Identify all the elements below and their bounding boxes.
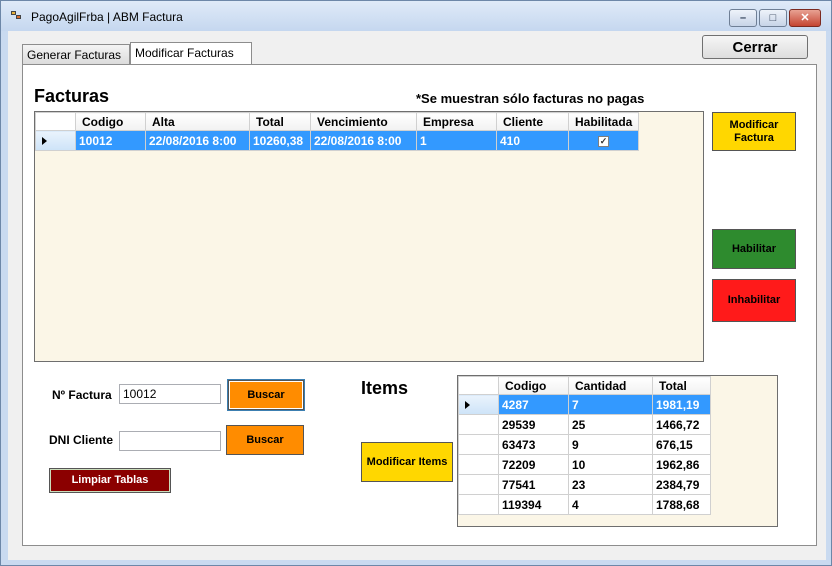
buscar-dni-button[interactable]: Buscar: [226, 425, 304, 455]
maximize-button[interactable]: □: [759, 9, 787, 27]
cell-codigo[interactable]: 119394: [498, 494, 569, 515]
row-header-corner: [35, 112, 76, 131]
cell-cantidad[interactable]: 23: [568, 474, 653, 495]
inhabilitar-button[interactable]: Inhabilitar: [712, 279, 796, 322]
cell-total[interactable]: 1788,68: [652, 494, 711, 515]
tab-generar-facturas[interactable]: Generar Facturas: [22, 44, 130, 64]
row-header[interactable]: [458, 394, 499, 415]
col-codigo[interactable]: Codigo: [75, 112, 146, 131]
cell-codigo[interactable]: 29539: [498, 414, 569, 435]
cell-cliente[interactable]: 410: [496, 130, 569, 151]
window-title: PagoAgilFrba | ABM Factura: [31, 10, 183, 24]
table-row[interactable]: 4287 7 1981,19: [458, 394, 711, 415]
nro-factura-input[interactable]: [119, 384, 221, 404]
row-header[interactable]: [458, 494, 499, 515]
facturas-table: Codigo Alta Total Vencimiento Empresa Cl…: [35, 112, 639, 151]
cell-total[interactable]: 2384,79: [652, 474, 711, 495]
cell-codigo[interactable]: 72209: [498, 454, 569, 475]
cell-alta[interactable]: 22/08/2016 8:00: [145, 130, 250, 151]
maximize-icon: □: [769, 12, 777, 24]
cell-total[interactable]: 1962,86: [652, 454, 711, 475]
col-codigo[interactable]: Codigo: [498, 376, 569, 395]
col-total[interactable]: Total: [249, 112, 311, 131]
cell-empresa[interactable]: 1: [416, 130, 497, 151]
dni-cliente-input[interactable]: [119, 431, 221, 451]
facturas-header-row: Codigo Alta Total Vencimiento Empresa Cl…: [35, 112, 639, 131]
cell-cantidad[interactable]: 7: [568, 394, 653, 415]
buscar-factura-button[interactable]: Buscar: [228, 380, 304, 410]
cell-total[interactable]: 1981,19: [652, 394, 711, 415]
col-habilitada[interactable]: Habilitada: [568, 112, 639, 131]
cell-codigo[interactable]: 10012: [75, 130, 146, 151]
current-row-icon: [465, 401, 470, 410]
col-cliente[interactable]: Cliente: [496, 112, 569, 131]
minimize-button[interactable]: –: [729, 9, 757, 27]
table-row[interactable]: 29539 25 1466,72: [458, 414, 711, 435]
table-row[interactable]: 77541 23 2384,79: [458, 474, 711, 495]
cell-cantidad[interactable]: 25: [568, 414, 653, 435]
app-icon: [11, 11, 23, 21]
limpiar-tablas-button[interactable]: Limpiar Tablas: [49, 468, 171, 493]
cell-codigo[interactable]: 63473: [498, 434, 569, 455]
row-header-corner: [458, 376, 499, 395]
cell-total[interactable]: 676,15: [652, 434, 711, 455]
client-area: Generar Facturas Modificar Facturas Cerr…: [8, 31, 826, 560]
cell-habilitada[interactable]: ✓: [568, 130, 639, 151]
cell-cantidad[interactable]: 9: [568, 434, 653, 455]
table-row[interactable]: 72209 10 1962,86: [458, 454, 711, 475]
table-row[interactable]: 10012 22/08/2016 8:00 10260,38 22/08/201…: [35, 130, 639, 151]
cerrar-button[interactable]: Cerrar: [702, 35, 808, 59]
col-vencimiento[interactable]: Vencimiento: [310, 112, 417, 131]
facturas-note: *Se muestran sólo facturas no pagas: [416, 91, 645, 106]
facturas-heading: Facturas: [34, 86, 110, 106]
items-header-row: Codigo Cantidad Total: [458, 376, 711, 395]
cell-cantidad[interactable]: 10: [568, 454, 653, 475]
row-header[interactable]: [458, 414, 499, 435]
cell-codigo[interactable]: 4287: [498, 394, 569, 415]
nro-factura-label: Nº Factura: [52, 388, 112, 402]
col-alta[interactable]: Alta: [145, 112, 250, 131]
title-bar[interactable]: PagoAgilFrba | ABM Factura – □ ✕: [1, 1, 831, 31]
cell-total[interactable]: 10260,38: [249, 130, 311, 151]
cell-codigo[interactable]: 77541: [498, 474, 569, 495]
close-icon: ✕: [800, 12, 810, 24]
minimize-icon: –: [739, 12, 747, 24]
modificar-items-button[interactable]: Modificar Items: [361, 442, 453, 482]
tab-panel: Facturas *Se muestran sólo facturas no p…: [22, 64, 817, 546]
cell-vencimiento[interactable]: 22/08/2016 8:00: [310, 130, 417, 151]
row-header[interactable]: [458, 434, 499, 455]
col-empresa[interactable]: Empresa: [416, 112, 497, 131]
current-row-icon: [42, 137, 47, 146]
window-close-button[interactable]: ✕: [789, 9, 821, 27]
dni-cliente-label: DNI Cliente: [49, 433, 114, 447]
row-header[interactable]: [458, 474, 499, 495]
tab-modificar-facturas[interactable]: Modificar Facturas: [130, 42, 252, 64]
col-total[interactable]: Total: [652, 376, 711, 395]
modificar-factura-button[interactable]: Modificar Factura: [712, 112, 796, 151]
table-row[interactable]: 119394 4 1788,68: [458, 494, 711, 515]
col-cantidad[interactable]: Cantidad: [568, 376, 653, 395]
items-grid[interactable]: Codigo Cantidad Total 4287 7 1981,19 295…: [457, 375, 778, 527]
cell-cantidad[interactable]: 4: [568, 494, 653, 515]
items-heading: Items: [361, 378, 409, 398]
row-header[interactable]: [458, 454, 499, 475]
items-table: Codigo Cantidad Total 4287 7 1981,19 295…: [458, 376, 711, 515]
app-window: PagoAgilFrba | ABM Factura – □ ✕ Generar…: [0, 0, 832, 566]
habilitar-button[interactable]: Habilitar: [712, 229, 796, 269]
cell-total[interactable]: 1466,72: [652, 414, 711, 435]
habilitada-checkbox[interactable]: ✓: [598, 135, 609, 147]
row-header[interactable]: [35, 130, 76, 151]
facturas-grid[interactable]: Codigo Alta Total Vencimiento Empresa Cl…: [34, 111, 704, 362]
table-row[interactable]: 63473 9 676,15: [458, 434, 711, 455]
